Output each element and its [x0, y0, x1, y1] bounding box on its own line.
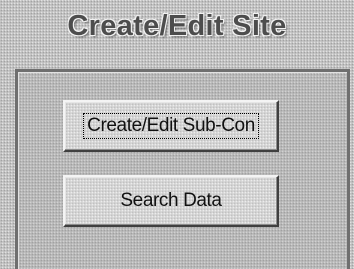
create-edit-sub-con-button-label: Create/Edit Sub-Con: [83, 113, 259, 139]
create-edit-sub-con-button[interactable]: Create/Edit Sub-Con: [63, 100, 279, 152]
search-data-button-label: Search Data: [120, 190, 222, 211]
page-title: Create/Edit Site: [67, 10, 287, 42]
search-data-button[interactable]: Search Data: [63, 175, 279, 227]
button-panel: [15, 69, 350, 269]
